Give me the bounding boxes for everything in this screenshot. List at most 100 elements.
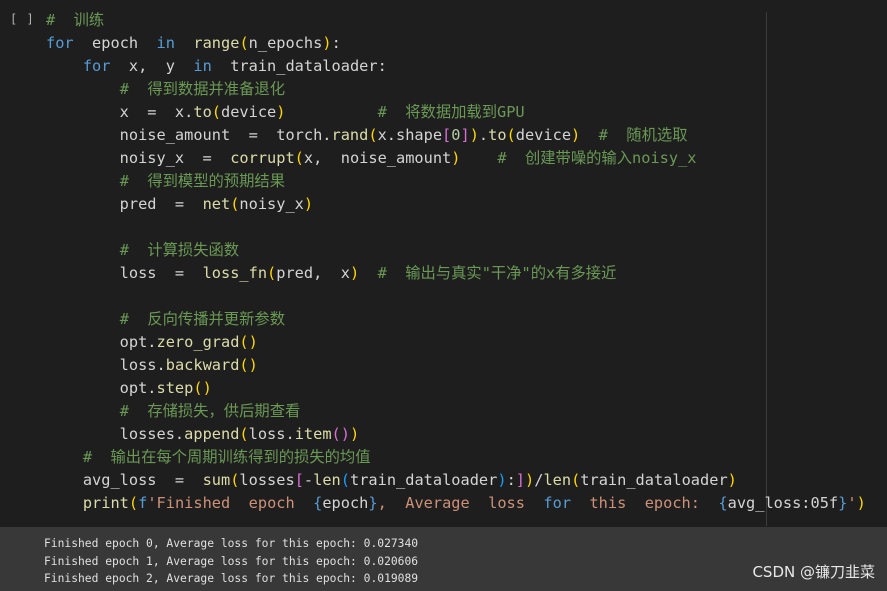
code-token: train_dataloader [349, 471, 498, 489]
code-token: for [543, 494, 572, 512]
code-token: backward [165, 356, 240, 374]
code-token: # 输出在每个周期训练得到的损失的均值 [82, 448, 371, 466]
output-text: Finished epoch 0, Average loss for this … [44, 535, 418, 588]
watermark: CSDN @镰刀韭菜 [752, 563, 875, 581]
code-token: # 创建带噪的输入noisy_x [497, 149, 697, 167]
code-line[interactable]: for x, y in train_dataloader: [46, 55, 866, 78]
code-token: # 得到模型的预期结果 [119, 172, 285, 190]
code-token: 'Finished epoch [147, 494, 314, 512]
code-token: to [193, 103, 212, 121]
code-token: ) [349, 425, 360, 443]
code-token: len [543, 471, 572, 489]
code-editor[interactable]: # 训练 for epoch in range(n_epochs): for x,… [46, 9, 866, 515]
code-token: - [303, 471, 314, 489]
code-token: device [515, 126, 572, 144]
code-line[interactable]: # 存储损失，供后期查看 [46, 400, 866, 423]
code-line[interactable]: # 训练 [46, 9, 866, 32]
code-line[interactable]: # 得到数据并准备退化 [46, 78, 866, 101]
code-token: # 得到数据并准备退化 [119, 80, 285, 98]
code-token: x, noise_amount [303, 149, 452, 167]
code-token: ) [525, 471, 535, 489]
code-token: f [138, 494, 148, 512]
code-line[interactable]: # 计算损失函数 [46, 239, 866, 262]
output-line: Finished epoch 1, Average loss for this … [44, 554, 419, 568]
code-line[interactable]: opt.step() [46, 377, 866, 400]
code-line[interactable]: noise_amount = torch.rand(x.shape[0]).to… [46, 124, 866, 147]
code-token: in [193, 57, 212, 75]
code-token: # 输出与真实"干净"的x有多接近 [377, 264, 617, 282]
code-token: x.shape [377, 126, 443, 144]
code-token: # 存储损失，供后期查看 [119, 402, 301, 420]
code-token: train_dataloader [580, 471, 728, 489]
code-token: for [82, 57, 111, 75]
code-line[interactable]: losses.append(loss.item()) [46, 423, 866, 446]
code-token: ) [349, 264, 360, 282]
code-line[interactable] [46, 285, 866, 308]
code-token: ) [303, 195, 314, 213]
output-line: Finished epoch 2, Average loss for this … [44, 572, 419, 585]
code-token: loss = [46, 264, 203, 282]
code-token: # 计算损失函数 [119, 241, 240, 259]
code-token: ( [506, 126, 516, 144]
code-line[interactable]: loss.backward() [46, 354, 866, 377]
code-token: opt. [46, 379, 157, 397]
code-token: # 反向传播并更新参数 [119, 310, 285, 328]
code-token: } [368, 494, 378, 512]
code-token: : [506, 471, 516, 489]
code-line[interactable] [46, 216, 866, 239]
code-token: ( [267, 264, 277, 282]
code-line[interactable]: opt.zero_grad() [46, 331, 866, 354]
code-token: ( [571, 471, 581, 489]
code-token: range [193, 34, 240, 52]
code-line[interactable]: # 反向传播并更新参数 [46, 308, 866, 331]
code-token: ( [239, 425, 249, 443]
code-token: () [239, 333, 258, 351]
run-indicator[interactable]: [ ] [10, 12, 35, 26]
code-token: x = x. [46, 103, 194, 121]
code-token: print [82, 494, 129, 512]
code-token: ) [727, 471, 737, 489]
code-token: n_epochs [248, 34, 323, 52]
code-token: net [202, 195, 231, 213]
code-token: () [193, 379, 212, 397]
code-token: ( [368, 126, 378, 144]
code-token: for [46, 34, 74, 52]
code-token: ) [571, 126, 581, 144]
code-line[interactable]: # 得到模型的预期结果 [46, 170, 866, 193]
code-token: ' [847, 494, 857, 512]
code-token: item [294, 425, 332, 443]
code-token: ( [211, 103, 221, 121]
code-line[interactable]: print(f'Finished epoch {epoch}, Average … [46, 492, 866, 515]
code-token: losses. [46, 425, 185, 443]
code-token: pred, x [276, 264, 350, 282]
code-line[interactable]: x = x.to(device) # 将数据加载到GPU [46, 101, 866, 124]
code-token: noisy_x = [46, 149, 231, 167]
code-token: avg_loss:05f [727, 494, 839, 512]
code-line[interactable]: for epoch in range(n_epochs): [46, 32, 866, 55]
code-token: ) [497, 471, 507, 489]
code-token: ] [460, 126, 470, 144]
code-token: # 将数据加载到GPU [377, 103, 525, 121]
code-token: # 随机选取 [598, 126, 688, 144]
code-line[interactable]: loss = loss_fn(pred, x) # 输出与真实"干净"的x有多接… [46, 262, 866, 285]
code-token: x, y [110, 57, 194, 75]
code-token: , Average loss [377, 494, 544, 512]
code-token: : [331, 34, 341, 52]
code-cell[interactable]: [ ] # 训练 for epoch in range(n_epochs): fo… [0, 0, 887, 527]
code-line[interactable]: noisy_x = corrupt(x, noise_amount) # 创建带… [46, 147, 866, 170]
code-token: () [239, 356, 258, 374]
code-line[interactable]: pred = net(noisy_x) [46, 193, 866, 216]
code-line[interactable]: # 输出在每个周期训练得到的损失的均值 [46, 446, 866, 469]
code-token: ( [340, 471, 350, 489]
code-line[interactable]: avg_loss = sum(losses[-len(train_dataloa… [46, 469, 866, 492]
code-token: rand [331, 126, 369, 144]
code-token: avg_loss = [46, 471, 203, 489]
